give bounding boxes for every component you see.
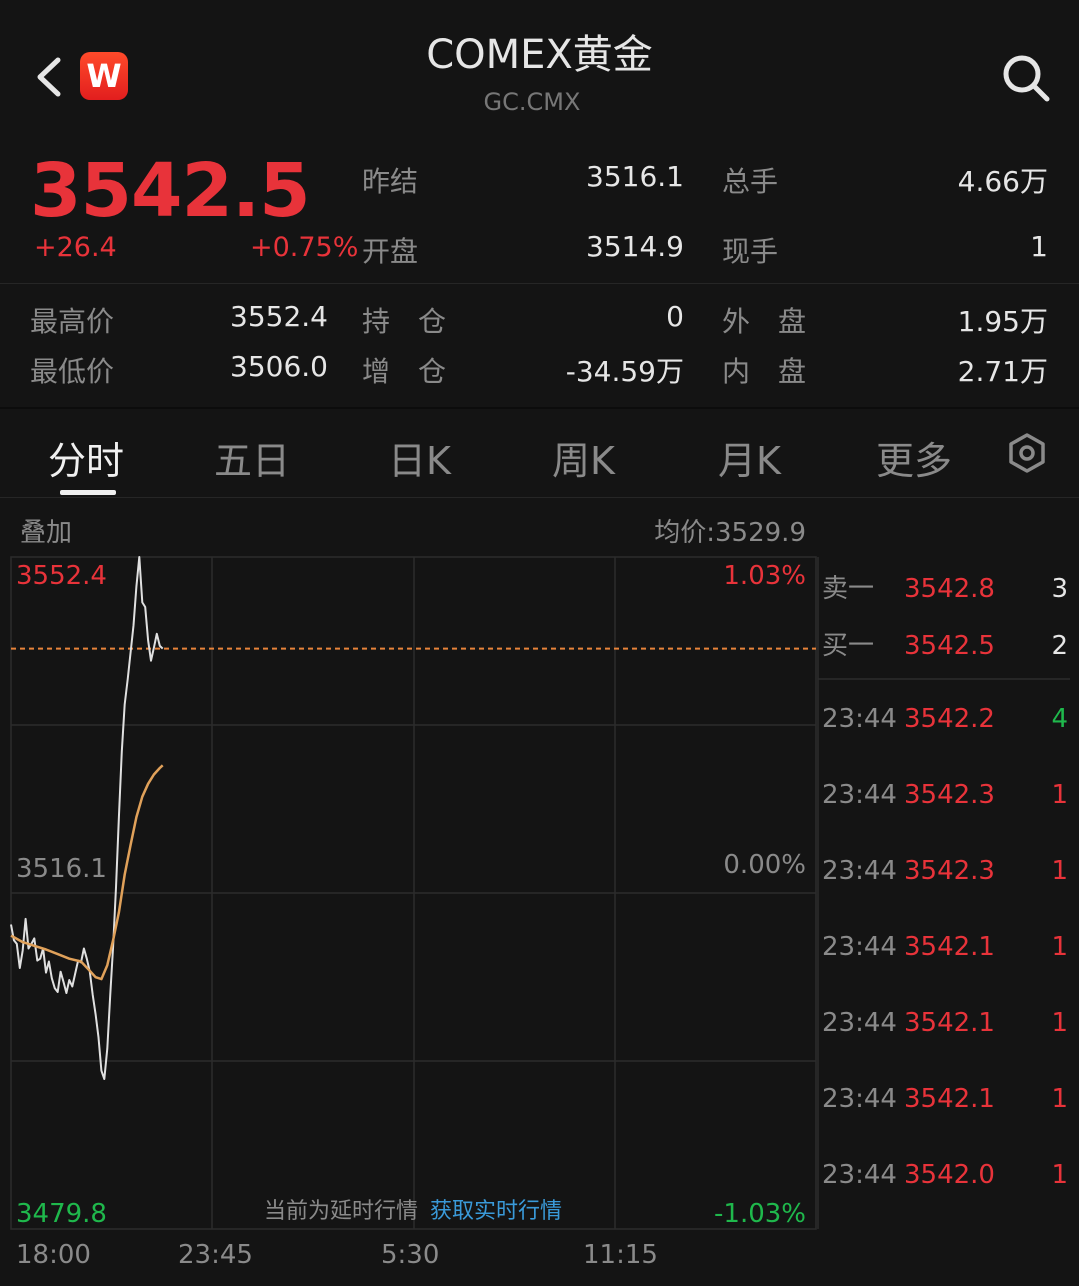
x-label-2: 23:45 [178,1240,253,1270]
price-change-pct: +0.75% [250,232,359,263]
tick-volume: 1 [1051,856,1068,886]
stat-label-prev-settle: 昨结 [362,165,419,198]
tick-price: 3542.1 [904,1008,995,1038]
stat-value-current-volume: 1 [1030,230,1048,263]
y-label-top: 3552.4 [16,561,107,591]
page-title: COMEX黄金 [426,32,653,78]
tick-time: 23:44 [822,1084,897,1114]
tab-weekly-k[interactable]: 周K [552,430,615,485]
stat-label-open-interest: 持 仓 [362,305,447,338]
tick-time: 23:44 [822,1160,897,1190]
tick-volume: 1 [1051,1084,1068,1114]
stat-value-inner-volume: 2.71万 [957,355,1048,388]
tick-price: 3542.1 [904,932,995,962]
tick-time: 23:44 [822,780,897,810]
stat-value-oi-change: -34.59万 [565,355,684,388]
active-tab-indicator [60,490,116,495]
divider [0,283,1079,284]
divider [0,497,1079,498]
tick-price: 3542.0 [904,1160,995,1190]
overlay-label[interactable]: 叠加 [20,518,72,548]
search-icon[interactable] [1000,52,1052,104]
tab-more[interactable]: 更多 [876,430,952,485]
order-book-volume: 3 [1051,574,1068,604]
divider [0,407,1079,409]
settings-gear-icon[interactable] [1006,432,1048,474]
stat-value-high: 3552.4 [230,300,328,333]
current-price: 3542.5 [30,148,311,234]
stat-label-open: 开盘 [362,235,419,268]
symbol-code: GC.CMX [483,88,581,116]
intraday-chart: 叠加 均价:3529.9 3552.4 3516.1 3479.8 1.03% … [10,518,1070,1270]
tick-time: 23:44 [822,856,897,886]
pct-label-mid: 0.00% [723,850,806,880]
tab-intraday[interactable]: 分时 [48,430,124,485]
y-label-bottom: 3479.8 [16,1199,107,1229]
tick-volume: 1 [1051,1008,1068,1038]
stat-value-open: 3514.9 [586,230,684,263]
stat-label-outer-volume: 外 盘 [722,305,807,338]
pct-label-top: 1.03% [723,561,806,591]
stat-label-high: 最高价 [30,305,115,338]
x-label-1: 18:00 [16,1240,91,1270]
stat-value-total-volume: 4.66万 [957,165,1048,198]
order-book-volume: 2 [1051,631,1068,661]
order-book-label: 卖一 [822,574,874,604]
tab-monthly-k[interactable]: 月K [718,430,781,485]
tick-time: 23:44 [822,932,897,962]
delay-notice: 当前为延时行情 [264,1199,418,1224]
tick-price: 3542.2 [904,704,995,734]
pct-label-bottom: -1.03% [714,1199,806,1229]
stat-label-oi-change: 增 仓 [362,355,447,388]
tick-time: 23:44 [822,1008,897,1038]
order-book-label: 买一 [822,631,874,661]
y-label-mid: 3516.1 [16,854,107,884]
tab-daily-k[interactable]: 日K [388,430,451,485]
tick-volume: 1 [1051,780,1068,810]
price-line [10,556,164,1080]
avg-price-label: 均价:3529.9 [654,518,806,548]
tick-price: 3542.1 [904,1084,995,1114]
x-label-4: 11:15 [583,1240,658,1270]
stat-label-low: 最低价 [30,355,115,388]
stat-label-total-volume: 总手 [722,165,779,198]
stat-value-low: 3506.0 [230,350,328,383]
tick-volume: 4 [1051,704,1068,734]
tick-price: 3542.3 [904,780,995,810]
order-book-price: 3542.8 [904,574,995,604]
tick-volume: 1 [1051,932,1068,962]
tick-time: 23:44 [822,704,897,734]
stat-label-inner-volume: 内 盘 [722,355,807,388]
tick-volume: 1 [1051,1160,1068,1190]
tick-price: 3542.3 [904,856,995,886]
x-label-3: 5:30 [381,1240,439,1270]
stat-value-prev-settle: 3516.1 [586,160,684,193]
order-book-price: 3542.5 [904,631,995,661]
realtime-link[interactable]: 获取实时行情 [430,1199,562,1224]
tab-five-day[interactable]: 五日 [214,430,290,485]
price-change: +26.4 [34,232,117,263]
stat-value-open-interest: 0 [666,300,684,333]
stat-value-outer-volume: 1.95万 [957,305,1048,338]
stat-label-current-volume: 现手 [722,235,779,268]
